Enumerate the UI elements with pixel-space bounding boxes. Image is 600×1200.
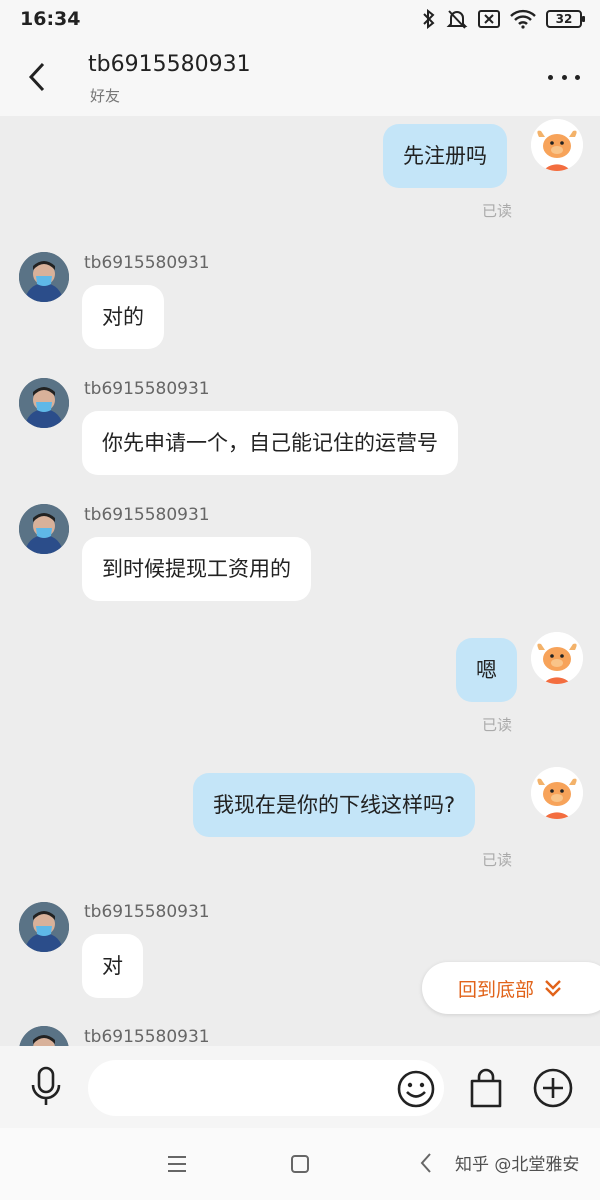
contact-name: tb6915580931 [88,52,251,77]
nav-home-button[interactable] [290,1154,310,1174]
shopping-bag-button[interactable] [467,1068,505,1108]
chat-messages[interactable]: 先注册吗 已读 tb6915580931 对的 tb6915580931 你先申… [0,116,600,1046]
bluetooth-icon [423,9,435,29]
watermark: 知乎 @北堂雅安 [455,1155,580,1175]
chevron-left-icon [28,62,45,92]
read-status: 已读 [482,202,513,220]
more-actions-button[interactable] [533,1068,573,1108]
bull-avatar-icon [531,767,583,819]
message-input-bar [0,1046,600,1128]
chevron-left-icon [420,1153,431,1173]
battery-indicator: 32 [546,10,585,28]
person-photo-icon [19,504,69,554]
back-button[interactable] [20,58,54,96]
sender-name: tb6915580931 [84,902,210,922]
read-status: 已读 [482,851,513,869]
message-input[interactable] [88,1060,444,1116]
contact-avatar[interactable] [19,252,69,302]
back-to-bottom-button[interactable]: 回到底部 [422,962,600,1014]
emoji-button[interactable] [397,1070,435,1108]
plus-circle-icon [533,1068,573,1108]
more-options-button[interactable] [548,64,580,90]
bull-avatar-icon [531,119,583,171]
contact-message-bubble[interactable]: 对 [82,934,143,998]
square-icon [291,1155,309,1173]
chat-header: tb6915580931 好友 [0,38,600,116]
my-avatar[interactable] [531,119,583,171]
voice-button[interactable] [28,1066,64,1106]
contact-avatar[interactable] [19,1026,69,1046]
more-dot-icon [561,74,567,80]
back-to-bottom-label: 回到底部 [458,978,535,1001]
person-photo-icon [19,378,69,428]
person-photo-icon [19,252,69,302]
sender-name: tb6915580931 [84,253,210,273]
my-avatar[interactable] [531,632,583,684]
my-message-bubble[interactable]: 先注册吗 [383,124,507,188]
bull-avatar-icon [531,632,583,684]
microphone-icon [31,1066,61,1105]
person-photo-icon [19,1026,69,1046]
more-dot-icon [548,74,553,80]
menu-icon [168,1156,186,1172]
sender-name: tb6915580931 [84,1027,210,1046]
mute-bell-icon [446,10,468,29]
sender-name: tb6915580931 [84,379,210,399]
status-icons: 32 [422,8,585,30]
shopping-bag-icon [470,1068,502,1108]
sender-name: tb6915580931 [84,505,210,525]
nav-menu-button[interactable] [166,1154,188,1174]
contact-avatar[interactable] [19,378,69,428]
system-nav-bar: 知乎 @北堂雅安 [0,1128,600,1200]
nav-back-button[interactable] [418,1152,434,1174]
contact-message-bubble[interactable]: 对的 [82,285,164,349]
contact-avatar[interactable] [19,902,69,952]
double-chevron-down-icon [545,980,561,997]
sim-off-icon [478,10,500,28]
read-status: 已读 [482,716,513,734]
contact-avatar[interactable] [19,504,69,554]
my-avatar[interactable] [531,767,583,819]
status-bar: 16:34 32 [0,0,600,38]
contact-message-bubble[interactable]: 到时候提现工资用的 [82,537,311,601]
smiley-icon [397,1070,435,1108]
wifi-icon [510,9,536,29]
status-time: 16:34 [20,8,81,30]
contact-message-bubble[interactable]: 你先申请一个，自己能记住的运营号 [82,411,458,475]
more-dot-icon [575,74,580,80]
my-message-bubble[interactable]: 嗯 [456,638,517,702]
my-message-bubble[interactable]: 我现在是你的下线这样吗? [193,773,476,837]
contact-relation: 好友 [90,87,121,105]
person-photo-icon [19,902,69,952]
